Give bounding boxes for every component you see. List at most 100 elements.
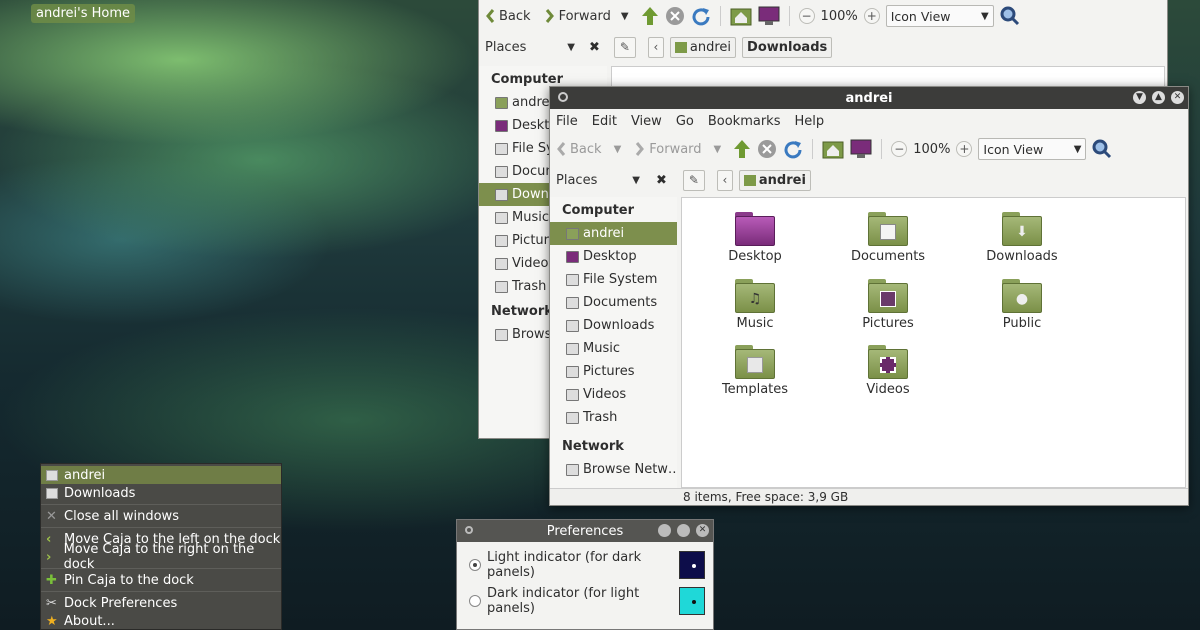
reload-icon[interactable] <box>783 139 803 159</box>
folder-desktop[interactable]: Desktop <box>695 212 815 264</box>
dock-menu-close-all[interactable]: ✕ Close all windows <box>41 507 281 525</box>
sidebar-item-trash[interactable]: Trash <box>550 406 677 429</box>
search-icon[interactable] <box>1092 139 1112 159</box>
light-indicator-radio[interactable] <box>469 559 481 571</box>
zoom-out-icon[interactable]: − <box>891 141 908 157</box>
back-window-back-button[interactable]: Back <box>485 8 531 24</box>
close-sidebar-icon[interactable]: ✖ <box>589 40 600 55</box>
sidebar-item-music[interactable]: Music <box>550 337 677 360</box>
sidebar-item-documents[interactable]: Documents <box>550 291 677 314</box>
maximize-icon[interactable]: ▲ <box>1152 91 1165 104</box>
sidebar-item-file-system[interactable]: File System <box>550 268 677 291</box>
chevron-down-icon: ▼ <box>567 41 575 53</box>
folder-pictures[interactable]: Pictures <box>828 279 948 331</box>
crumb-scroll-left-icon[interactable]: ‹ <box>647 36 664 58</box>
preferences-title: Preferences <box>546 523 624 539</box>
zoom-in-icon[interactable]: + <box>863 8 880 24</box>
window-menu-icon[interactable] <box>465 526 473 534</box>
home-icon[interactable] <box>822 139 844 159</box>
places-selector[interactable]: Places ▼ <box>485 40 575 55</box>
forward-button[interactable]: Forward ▼ <box>635 141 721 157</box>
menu-bookmarks[interactable]: Bookmarks <box>708 114 781 129</box>
window-menu-icon[interactable] <box>558 92 568 102</box>
dock-menu-preferences[interactable]: ✂ Dock Preferences <box>41 594 281 612</box>
dock-menu-move-right[interactable]: › Move Caja to the right on the dock <box>41 542 281 572</box>
toolbar-separator <box>881 139 883 159</box>
edit-location-icon[interactable]: ✎ <box>613 36 636 58</box>
sidebar-item-desktop[interactable]: Desktop <box>550 245 677 268</box>
dock-menu-about[interactable]: ★ About... <box>41 612 281 630</box>
front-file-manager-window: andrei ▼ ▲ ✕ File Edit View Go Bookmarks… <box>549 86 1189 506</box>
stop-icon[interactable] <box>757 139 777 159</box>
up-arrow-icon[interactable] <box>733 139 751 159</box>
folder-videos[interactable]: Videos <box>828 345 948 397</box>
sidebar-item-pictures[interactable]: Pictures <box>550 360 677 383</box>
view-mode-select[interactable]: Icon View ▼ <box>978 138 1087 160</box>
back-button[interactable]: Back ▼ <box>556 141 621 157</box>
computer-icon[interactable] <box>758 6 780 26</box>
edit-location-icon[interactable]: ✎ <box>682 169 705 191</box>
close-icon[interactable]: ✕ <box>1171 91 1184 104</box>
reload-icon[interactable] <box>691 6 711 26</box>
zoom-out-icon[interactable]: − <box>798 8 815 24</box>
chevron-down-icon: ▼ <box>632 174 640 186</box>
chevron-right-icon <box>545 8 555 24</box>
folder-downloads[interactable]: ⬇ Downloads <box>962 212 1082 264</box>
home-folder-icon <box>674 41 687 53</box>
back-window-forward-button[interactable]: Forward ▼ <box>545 8 629 24</box>
preferences-titlebar[interactable]: Preferences ✕ <box>457 520 713 542</box>
sidebar-item-browse-network[interactable]: Browse Netw… <box>550 458 677 481</box>
folder-public[interactable]: ● Public <box>962 279 1082 331</box>
home-icon[interactable] <box>730 6 752 26</box>
menu-file[interactable]: File <box>556 114 578 129</box>
zoom-in-icon[interactable]: + <box>956 141 973 157</box>
menu-separator <box>41 527 281 528</box>
music-folder-icon: ♫ <box>735 279 775 313</box>
star-icon: ★ <box>46 613 58 629</box>
pictures-folder-icon <box>495 234 508 247</box>
folder-music[interactable]: ♫ Music <box>695 279 815 331</box>
documents-folder-icon <box>566 296 579 309</box>
tools-icon: ✂ <box>46 595 57 611</box>
computer-icon[interactable] <box>850 139 872 159</box>
folder-templates[interactable]: Templates <box>695 345 815 397</box>
sidebar-item-downloads[interactable]: Downloads <box>550 314 677 337</box>
dark-indicator-option[interactable]: Dark indicator (for light panels) <box>457 583 713 619</box>
close-icon[interactable]: ✕ <box>696 524 709 537</box>
crumb-andrei[interactable]: andrei <box>669 36 737 58</box>
up-arrow-icon[interactable] <box>641 6 659 26</box>
folder-documents[interactable]: Documents <box>828 212 948 264</box>
desktop-folder-icon <box>735 212 775 246</box>
crumb-andrei[interactable]: andrei <box>738 169 811 191</box>
minimize-icon[interactable]: ▼ <box>1133 91 1146 104</box>
dark-indicator-color-swatch[interactable] <box>679 587 705 615</box>
menu-help[interactable]: Help <box>794 114 824 129</box>
window-titlebar[interactable]: andrei ▼ ▲ ✕ <box>550 87 1188 109</box>
network-icon <box>495 328 508 341</box>
dark-indicator-radio[interactable] <box>469 595 481 607</box>
close-sidebar-icon[interactable]: ✖ <box>656 173 667 188</box>
zoom-level: 100% <box>913 141 951 157</box>
crumb-downloads[interactable]: Downloads <box>742 36 833 58</box>
light-indicator-option[interactable]: Light indicator (for dark panels) <box>457 547 713 583</box>
trash-icon <box>495 280 508 293</box>
dock-menu-pin[interactable]: ✚ Pin Caja to the dock <box>41 571 281 589</box>
chevron-left-icon <box>556 141 566 157</box>
sidebar-item-andrei[interactable]: andrei <box>550 222 677 245</box>
crumb-scroll-left-icon[interactable]: ‹ <box>716 169 733 191</box>
search-icon[interactable] <box>1000 6 1020 26</box>
sidebar-heading-computer: Computer <box>562 203 635 218</box>
menu-edit[interactable]: Edit <box>592 114 617 129</box>
maximize-icon[interactable] <box>677 524 690 537</box>
view-mode-select[interactable]: Icon View ▼ <box>885 5 994 27</box>
stop-icon[interactable] <box>665 6 685 26</box>
dock-menu-window-downloads[interactable]: Downloads <box>41 484 281 502</box>
places-selector[interactable]: Places ▼ <box>556 173 640 188</box>
menu-go[interactable]: Go <box>676 114 694 129</box>
sidebar-item-videos[interactable]: Videos <box>550 383 677 406</box>
dock-menu-window-andrei[interactable]: andrei <box>41 466 281 484</box>
light-indicator-color-swatch[interactable] <box>679 551 705 579</box>
menu-view[interactable]: View <box>631 114 662 129</box>
minimize-icon[interactable] <box>658 524 671 537</box>
desktop-home-label[interactable]: andrei's Home <box>31 4 135 23</box>
